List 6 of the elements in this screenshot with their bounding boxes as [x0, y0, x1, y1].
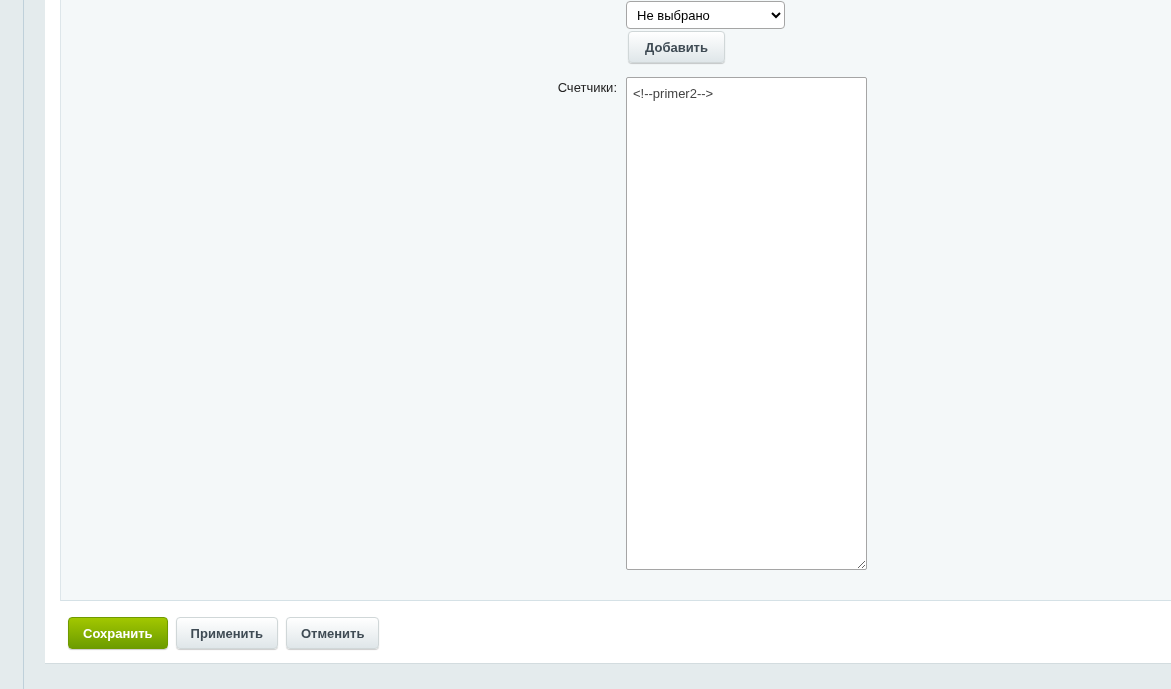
counters-label: Счетчики: [557, 79, 617, 97]
action-button[interactable]: Отменить [285, 617, 380, 649]
add-button[interactable]: Добавить [628, 31, 725, 63]
counters-textarea[interactable]: <!--primer2--> [626, 77, 867, 570]
select-field[interactable]: Не выбрано [626, 1, 785, 29]
action-button[interactable]: Применить [175, 617, 278, 649]
